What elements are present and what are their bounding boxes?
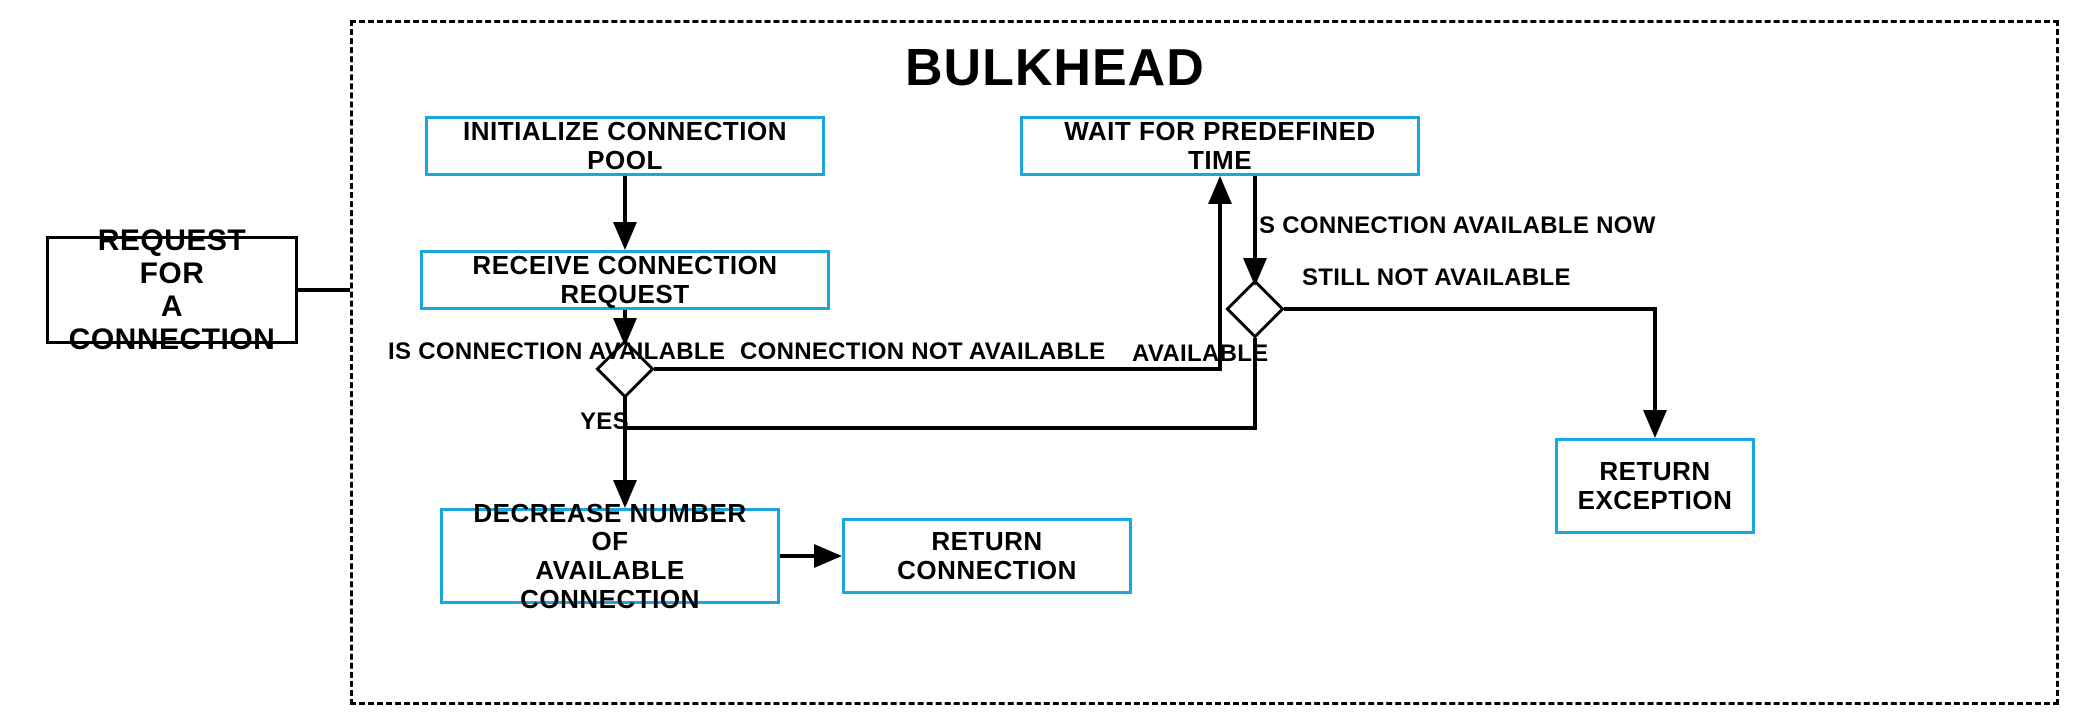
label-available: AVAILABLE (1132, 340, 1268, 368)
node-return-exception: RETURN EXCEPTION (1555, 438, 1755, 534)
label-still-not: STILL NOT AVAILABLE (1302, 264, 1571, 292)
node-receive: RECEIVE CONNECTION REQUEST (420, 250, 830, 310)
node-init: INITIALIZE CONNECTION POOL (425, 116, 825, 176)
label-is-available-now: IS CONNECTION AVAILABLE NOW (1252, 212, 1656, 240)
label-is-available: IS CONNECTION AVAILABLE (388, 338, 598, 366)
node-return-connection: RETURN CONNECTION (842, 518, 1132, 594)
node-decrease: DECREASE NUMBER OF AVAILABLE CONNECTION (440, 508, 780, 604)
node-request: REQUEST FOR A CONNECTION (46, 236, 298, 344)
node-wait: WAIT FOR PREDEFINED TIME (1020, 116, 1420, 176)
label-yes: YES (580, 408, 629, 436)
label-conn-not-available: CONNECTION NOT AVAILABLE (740, 338, 1105, 366)
diagram-canvas: BULKHEAD REQUEST FOR A CONNECTION INITIA… (20, 20, 2059, 705)
diagram-title: BULKHEAD (905, 38, 1205, 98)
